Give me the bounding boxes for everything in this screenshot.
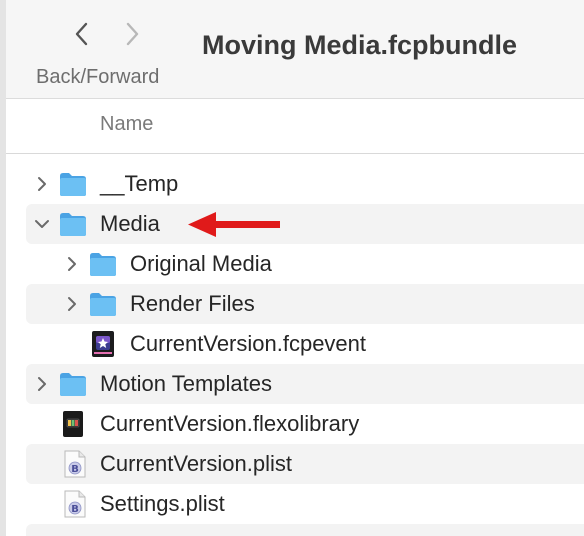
flexolibrary-file-icon [63, 411, 83, 437]
list-item-flexolibrary[interactable]: CurrentVersion.flexolibrary [26, 404, 584, 444]
list-item-partial [26, 524, 584, 536]
toolbar: Back/Forward Moving Media.fcpbundle [6, 0, 584, 99]
folder-icon [90, 253, 116, 276]
list-item-label: __Temp [100, 171, 179, 196]
plist-file-icon: B [64, 450, 86, 478]
list-item-original-media[interactable]: Original Media [26, 244, 584, 284]
chevron-right-icon [126, 22, 139, 46]
list-item-label: Original Media [130, 251, 272, 276]
list-item-label: Media [100, 211, 160, 236]
name-column-header[interactable]: Name [100, 113, 153, 136]
folder-icon [60, 173, 86, 196]
folder-icon [60, 213, 86, 236]
list-item-label: CurrentVersion.fcpevent [130, 331, 367, 356]
back-forward-label: Back/Forward [36, 66, 160, 88]
list-item-label: CurrentVersion.flexolibrary [100, 411, 360, 436]
list-item-settings-plist[interactable]: B Settings.plist [26, 484, 584, 524]
window-title: Moving Media.fcpbundle [202, 30, 517, 60]
list-item-label: CurrentVersion.plist [100, 451, 292, 476]
list-item-currentversion-plist[interactable]: B CurrentVersion.plist [26, 444, 584, 484]
forward-button[interactable] [114, 16, 150, 52]
red-arrow-icon [188, 212, 280, 237]
fcpevent-file-icon [92, 331, 114, 357]
list-item-render-files[interactable]: Render Files [26, 284, 584, 324]
disclosure-collapsed-icon[interactable] [33, 375, 51, 393]
back-button[interactable] [64, 16, 100, 52]
svg-text:B: B [71, 464, 79, 475]
list-item-temp[interactable]: __Temp [26, 164, 584, 204]
list-item-motion-templates[interactable]: Motion Templates [26, 364, 584, 404]
svg-text:B: B [71, 504, 79, 515]
list-item-media[interactable]: Media [26, 204, 584, 244]
column-header: Name [6, 99, 584, 154]
list-item-fcpevent[interactable]: CurrentVersion.fcpevent [26, 324, 584, 364]
disclosure-expanded-icon[interactable] [33, 215, 51, 233]
disclosure-collapsed-icon[interactable] [63, 255, 81, 273]
list-item-label: Settings.plist [100, 491, 225, 516]
list-item-label: Render Files [130, 291, 255, 316]
chevron-left-icon [75, 22, 88, 46]
folder-icon [60, 373, 86, 396]
folder-icon [90, 293, 116, 316]
list-item-label: Motion Templates [100, 371, 273, 396]
disclosure-collapsed-icon[interactable] [33, 175, 51, 193]
plist-file-icon: B [64, 490, 86, 518]
disclosure-collapsed-icon[interactable] [63, 295, 81, 313]
